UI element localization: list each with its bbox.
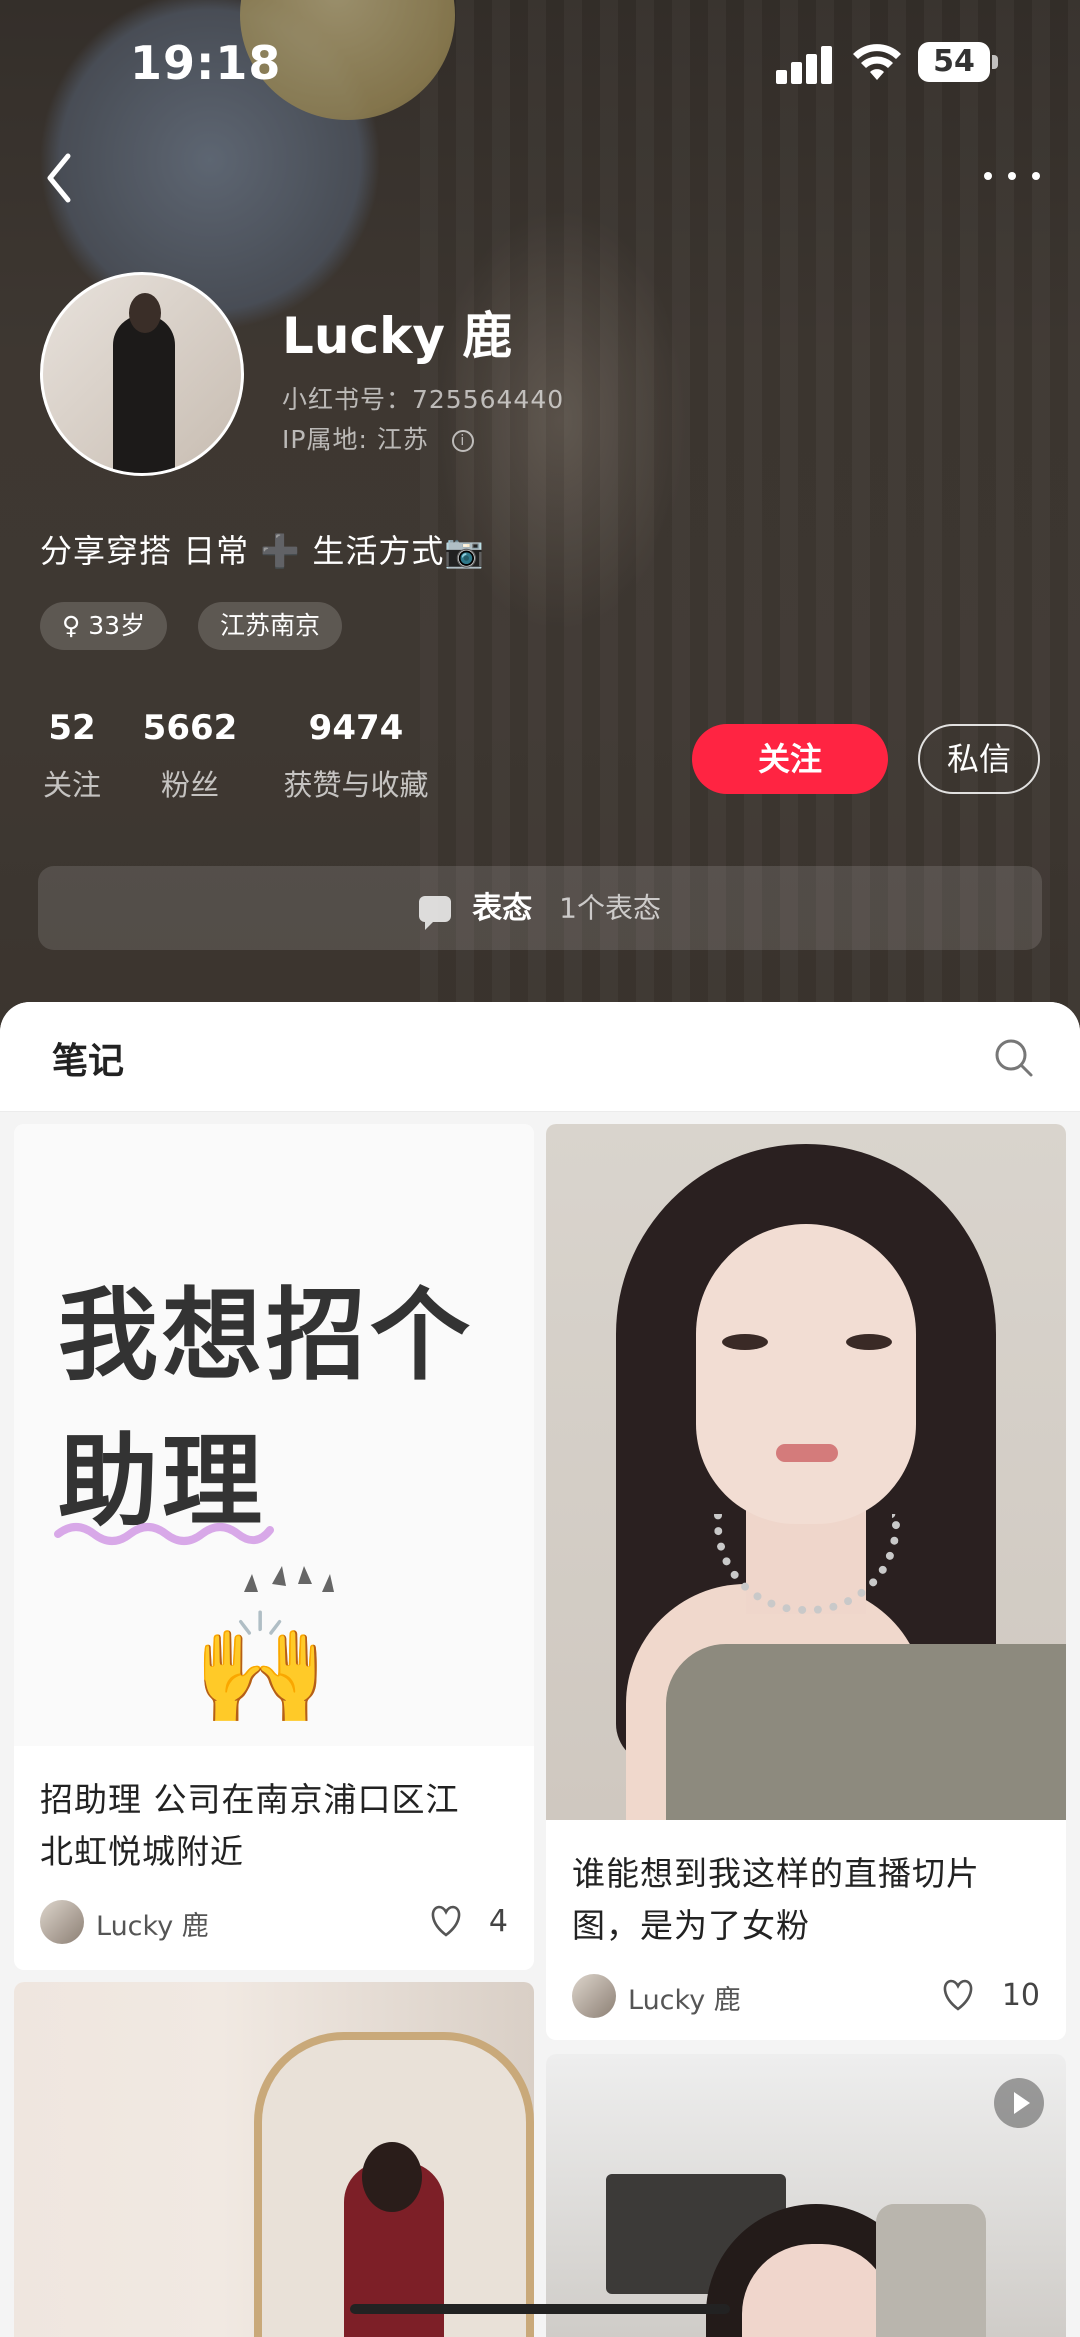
like-count: 4 [488, 1904, 508, 1939]
cellular-signal-icon [776, 44, 834, 84]
heart-icon [943, 1979, 973, 2011]
like-count: 10 [1001, 1978, 1040, 2013]
author-name: Lucky 鹿 [96, 1911, 209, 1942]
spark-decoration [244, 1566, 334, 1592]
likes-collects-label[interactable]: 获赞与收藏 [276, 762, 436, 804]
avatar [572, 1974, 616, 2018]
profile-name: Lucky 鹿 [282, 307, 513, 365]
red-id: 小红书号：725564440 [282, 385, 565, 414]
squiggle-decoration [54, 1523, 274, 1545]
ip-location-row: IP属地: 江苏 i [282, 420, 474, 456]
follow-button[interactable]: 关注 [692, 724, 888, 794]
info-icon[interactable]: i [451, 430, 474, 452]
tab-bar: 笔记 [0, 1002, 1080, 1112]
profile-bio: 分享穿搭 日常 ➕ 生活方式📷 [40, 532, 486, 570]
mood-bar[interactable]: 表态 1个表态 [38, 866, 1042, 950]
note-card[interactable]: 我想招个 助理 🙌 招助理 公司在南京浦口区江 北虹悦城附近 Lucky 鹿 4 [14, 1124, 534, 1970]
note-card[interactable] [546, 2054, 1066, 2337]
home-indicator[interactable] [350, 2304, 730, 2314]
status-bar: 19:18 54 [0, 0, 1080, 130]
search-icon[interactable] [994, 1038, 1034, 1078]
mood-label: 表态 [472, 890, 533, 926]
author-name: Lucky 鹿 [628, 1985, 741, 2016]
heart-icon [431, 1905, 461, 1937]
raised-hands-emoji: 🙌 [192, 1604, 329, 1732]
battery-level: 54 [918, 42, 990, 82]
note-cover [546, 1124, 1066, 1820]
note-title-line1: 招助理 公司在南京浦口区江 [40, 1780, 460, 1819]
ip-location: IP属地: 江苏 [282, 425, 429, 454]
message-button[interactable]: 私信 [918, 724, 1040, 794]
avatar[interactable] [40, 272, 244, 476]
likes-collects-count[interactable]: 9474 [276, 708, 436, 748]
like-button[interactable]: 10 [930, 1974, 1040, 2018]
note-card[interactable]: 谁能想到我这样的直播切片 图，是为了女粉 Lucky 鹿 10 [546, 1124, 1066, 2040]
followers-count[interactable]: 5662 [138, 708, 242, 748]
note-cover: 我想招个 助理 🙌 [14, 1124, 534, 1746]
notes-sheet: 笔记 我想招个 助理 🙌 招助理 公司在南京浦口区江 北虹悦城附近 Lucky … [0, 1002, 1080, 2337]
wifi-icon [853, 44, 901, 80]
battery-icon: 54 [918, 42, 998, 82]
more-dots-icon[interactable] [978, 160, 1048, 190]
note-cover [14, 1982, 534, 2337]
location-tag: 江苏南京 [198, 602, 343, 650]
avatar [40, 1900, 84, 1944]
tab-notes[interactable]: 笔记 [52, 1032, 124, 1084]
note-title-line1: 谁能想到我这样的直播切片 [572, 1854, 980, 1893]
gender-age-tag: ♀ 33岁 [40, 602, 168, 650]
mood-count: 1个表态 [559, 891, 661, 925]
following-label[interactable]: 关注 [40, 762, 104, 804]
note-title-line2: 图，是为了女粉 [572, 1906, 810, 1945]
note-card[interactable] [14, 1982, 534, 2337]
note-cover [546, 2054, 1066, 2337]
followers-label[interactable]: 粉丝 [138, 762, 242, 804]
cover-text-line1: 我想招个 [58, 1277, 474, 1394]
profile-header: 19:18 54 Lucky 鹿 小红书号：725564440 IP属地: 江苏… [0, 0, 1080, 1030]
status-time: 19:18 [130, 36, 282, 90]
comment-bubble-icon [418, 895, 451, 930]
note-title-line2: 北虹悦城附近 [40, 1832, 244, 1871]
following-count[interactable]: 52 [40, 708, 104, 748]
play-icon [994, 2078, 1044, 2128]
back-button[interactable] [38, 148, 82, 208]
